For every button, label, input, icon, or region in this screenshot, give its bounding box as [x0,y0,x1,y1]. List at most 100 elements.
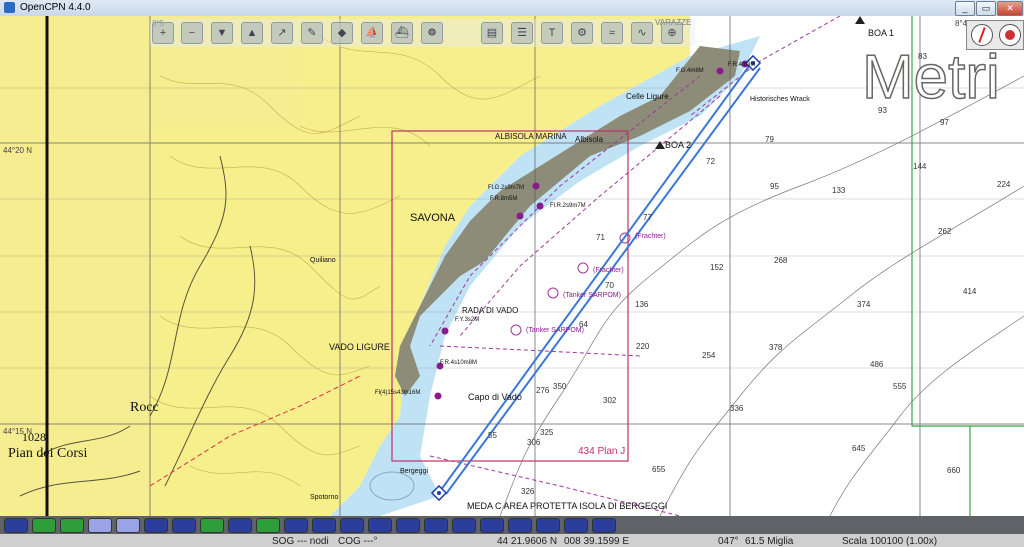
label-quiliano: Quiliano [310,257,336,264]
depth-sounding: 93 [878,106,887,115]
plan-label: 434 Plan J [578,446,626,457]
depth-sounding: 645 [852,444,866,453]
status-cog: COG ---° [338,536,378,547]
piano-key[interactable] [340,518,364,533]
status-lat: 44 21.9606 N [497,536,558,547]
status-sog: SOG --- nodi [272,536,329,547]
ais-icon[interactable]: ◆ [331,22,353,44]
piano-key[interactable] [256,518,280,533]
depth-unit-watermark: Metri [861,42,1000,113]
title-bar: OpenCPN 4.4.0 _ ▭ ✕ [0,0,1024,17]
piano-key[interactable] [284,518,308,533]
depth-sounding: 83 [918,52,927,61]
minimize-button[interactable]: _ [955,1,975,16]
depth-sounding: 71 [596,233,605,242]
piano-key[interactable] [368,518,392,533]
depth-sounding: 555 [893,382,907,391]
depth-sounding: 152 [710,263,724,272]
piano-key[interactable] [312,518,336,533]
anchorage-label-3: (Tanker SARPOM) [563,292,621,299]
label-capo-di-vado: Capo di Vado [468,392,522,402]
piano-key[interactable] [200,518,224,533]
route-icon[interactable]: ↗ [271,22,293,44]
light-label-5: Fl.R.2s9m7M [550,203,586,209]
depth-sounding: 254 [702,351,716,360]
depth-sounding: 660 [947,466,961,475]
depth-sounding: 220 [636,342,650,351]
anchorage-label-1: (Frachter) [635,233,666,240]
close-button[interactable]: ✕ [997,1,1023,16]
depth-sounding: 95 [770,182,779,191]
piano-key[interactable] [536,518,560,533]
light-label-3: Fl.G.2s9m7M [488,185,525,191]
label-boa1[interactable]: BOA 1 [868,28,894,38]
piano-key[interactable] [172,518,196,533]
zoom-in-icon[interactable]: + [152,22,174,44]
tide-icon[interactable]: ∿ [631,22,653,44]
label-rada-di-vado: RADA DI VADO [462,306,519,315]
depth-sounding: 55 [488,431,497,440]
depth-sounding: 374 [857,300,871,309]
piano-key[interactable] [60,518,84,533]
piano-key[interactable] [424,518,448,533]
depth-sounding: 655 [652,465,666,474]
light-label-8: Fl(4)15s43m16M [375,390,421,396]
depth-sounding: 133 [832,186,846,195]
depth-sounding: 79 [765,135,774,144]
depth-sounding: 97 [940,118,949,127]
window-title: OpenCPN 4.4.0 [20,2,91,13]
label-bergeggi: Bergeggi [400,468,429,475]
zoom-out-icon[interactable]: − [181,22,203,44]
main-toolbar: + − ▼ ▲ ↗ ✎ ◆ ⛵ ⛴ ☸ ▤ ☰ T ⚙ ≈ ∿ ⊕ [150,19,695,47]
piano-key[interactable] [116,518,140,533]
depth-sounding: 336 [730,404,744,413]
mob-icon[interactable]: ⊕ [661,22,683,44]
piano-key[interactable] [4,518,28,533]
label-rocca: Rocc [130,400,159,415]
compass-icon[interactable] [971,24,993,46]
tracks-icon[interactable]: ⛵ [361,22,383,44]
compass-widget[interactable] [966,20,1024,50]
text-icon[interactable]: T [541,22,563,44]
piano-key[interactable] [144,518,168,533]
anchorage-label-2: (Frachter) [593,267,624,274]
piano-key[interactable] [452,518,476,533]
chart-piano-bar [0,516,1024,534]
piano-key[interactable] [508,518,532,533]
current-icon[interactable]: ≈ [601,22,623,44]
boat-icon[interactable]: ⛴ [391,22,413,44]
print-icon[interactable]: ▤ [481,22,503,44]
label-albisola-marina: ALBISOLA MARINA [495,132,567,141]
status-scale: Scala 100100 (1.00x) [842,536,938,547]
piano-key[interactable] [88,518,112,533]
status-lon: 008 39.1599 E [564,536,630,547]
label-albisola: Albisola [575,135,604,144]
piano-key[interactable] [564,518,588,533]
label-celle-ligure: Celle Ligure [626,92,669,101]
auto-follow-icon[interactable]: ☸ [421,22,443,44]
maximize-button[interactable]: ▭ [976,1,996,16]
depth-sounding: 77 [643,213,652,222]
light-label-1: F.G.4m8M [676,68,704,74]
depth-sounding: 326 [521,487,535,496]
piano-key[interactable] [480,518,504,533]
scale-in-icon[interactable]: ▼ [211,22,233,44]
piano-key[interactable] [396,518,420,533]
app-icon [4,2,15,13]
depth-sounding: 486 [870,360,884,369]
label-boa2[interactable]: BOA 2 [665,140,691,150]
light-label-4: F.R.8m5M [490,196,518,202]
depth-sounding: 414 [963,287,977,296]
piano-key[interactable] [228,518,252,533]
depth-sounding: 276 [536,386,550,395]
depth-sounding: 306 [527,438,541,447]
scale-out-icon[interactable]: ▲ [241,22,263,44]
label-historisches-wrack: Historisches Wrack [750,96,810,103]
measure-icon[interactable]: ✎ [301,22,323,44]
piano-key[interactable] [592,518,616,533]
piano-key[interactable] [32,518,56,533]
depth-sounding: 224 [997,180,1011,189]
depth-sounding: 325 [540,428,554,437]
route-manager-icon[interactable]: ☰ [511,22,533,44]
settings-icon[interactable]: ⚙ [571,22,593,44]
